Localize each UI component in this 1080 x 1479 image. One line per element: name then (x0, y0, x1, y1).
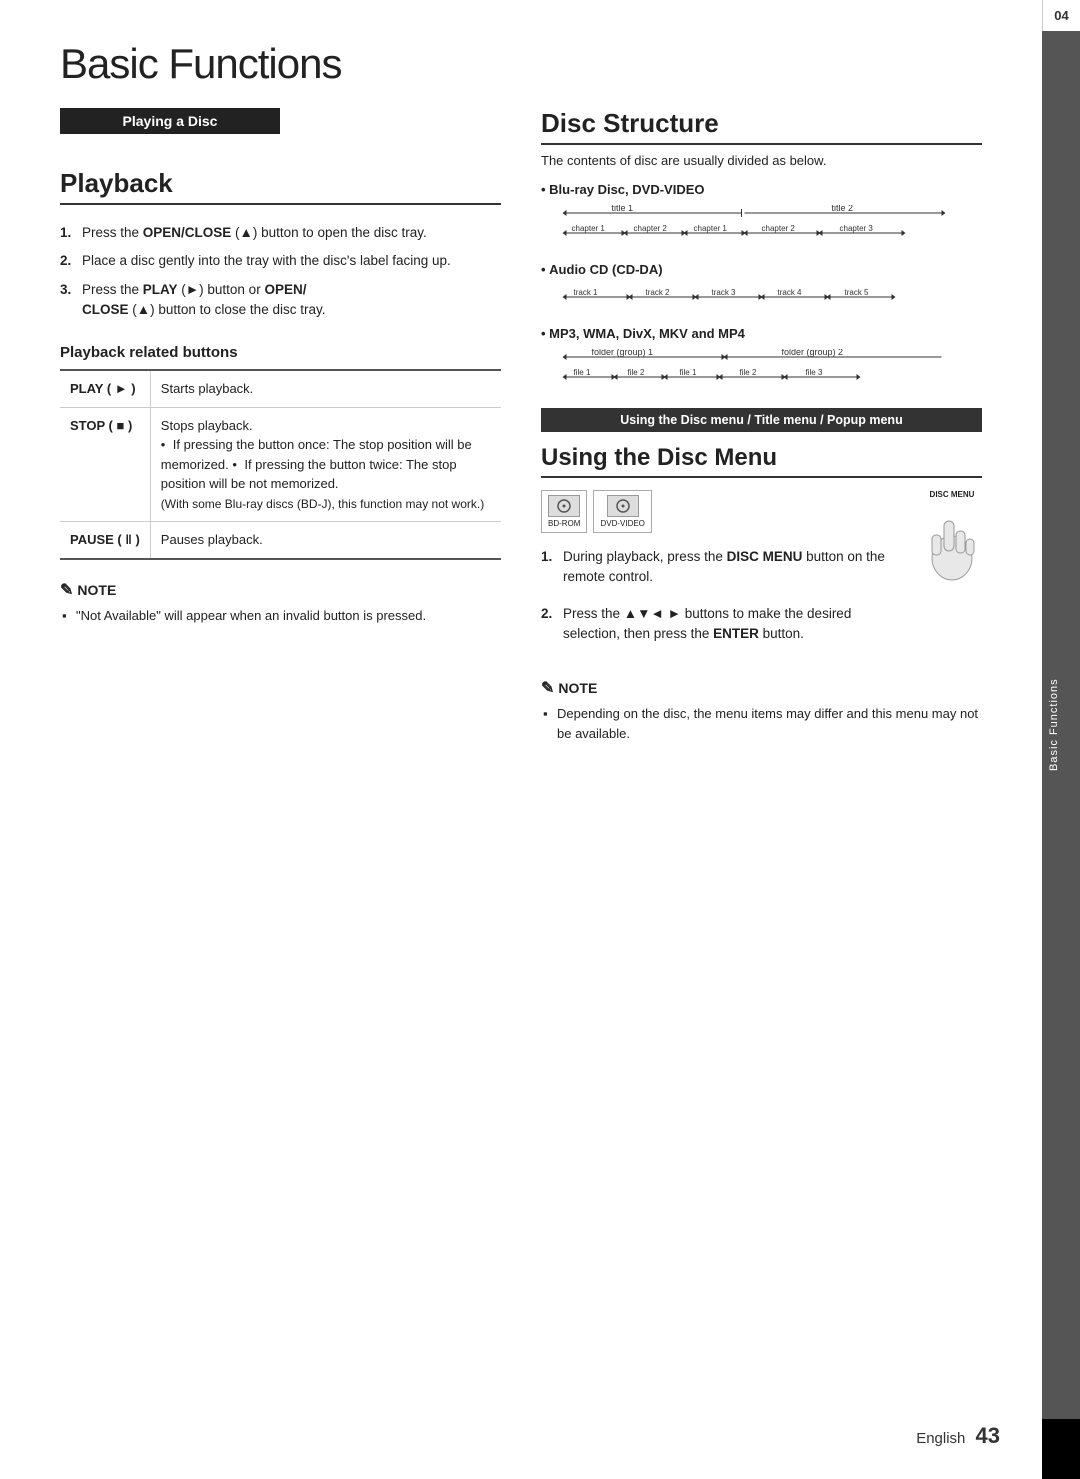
side-tab: 04 Basic Functions (1042, 0, 1080, 1479)
button-table: PLAY ( ► ) Starts playback. STOP ( ■ ) S… (60, 369, 501, 560)
disc-step-2-text: Press the ▲▼◄ ► buttons to make the desi… (563, 604, 906, 645)
disc-step-2: 2. Press the ▲▼◄ ► buttons to make the d… (541, 600, 906, 649)
left-column: Playing a Disc Playback 1. Press the OPE… (60, 108, 501, 743)
page-footer: English 43 (916, 1423, 1000, 1449)
content-area: Playing a Disc Playback 1. Press the OPE… (60, 108, 982, 743)
audiocd-label: Audio CD (CD-DA) (541, 262, 982, 277)
svg-text:chapter 1: chapter 1 (572, 224, 606, 233)
step-1-text: Press the OPEN/CLOSE (▲) button to open … (82, 223, 427, 243)
remote-svg (922, 503, 982, 583)
step-2-num: 2. (60, 251, 76, 271)
svg-text:folder (group) 2: folder (group) 2 (782, 349, 844, 357)
disc-structure-title: Disc Structure (541, 108, 982, 145)
right-note-title: ✎ NOTE (541, 678, 982, 698)
svg-text:chapter 2: chapter 2 (762, 224, 796, 233)
right-note-section: ✎ NOTE Depending on the disc, the menu i… (541, 678, 982, 743)
btn-pause-name: PAUSE ( ‖ ) (60, 522, 150, 559)
note-title: ✎ NOTE (60, 580, 501, 600)
svg-text:title 1: title 1 (612, 205, 634, 213)
bluray-diagram: title 1 title 2 chapter 1 chapter 2 (541, 205, 982, 243)
remote-icon: DISC MENU (922, 490, 982, 586)
page-container: 04 Basic Functions Basic Functions Playi… (0, 0, 1080, 1479)
right-note-item-1: Depending on the disc, the menu items ma… (541, 704, 982, 743)
btn-pause-desc: Pauses playback. (150, 522, 501, 559)
disc-structure-desc: The contents of disc are usually divided… (541, 153, 982, 168)
btn-play-desc: Starts playback. (150, 370, 501, 407)
svg-text:track 5: track 5 (845, 288, 870, 297)
playback-buttons-title: Playback related buttons (60, 344, 501, 361)
svg-text:title 2: title 2 (832, 205, 854, 213)
dvdvideo-label: DVD-VIDEO (600, 519, 644, 528)
disc-step-2-num: 2. (541, 604, 557, 645)
mp3-label: MP3, WMA, DivX, MKV and MP4 (541, 326, 982, 341)
mp3-diagram: folder (group) 1 folder (group) 2 file 1… (541, 349, 982, 387)
disc-menu-header: Using the Disc menu / Title menu / Popup… (541, 408, 982, 432)
english-label: English (916, 1430, 965, 1447)
right-note-icon: ✎ (541, 678, 554, 698)
bdrom-icon-box: BD-ROM (541, 490, 587, 533)
table-row: PLAY ( ► ) Starts playback. (60, 370, 501, 407)
svg-text:track 3: track 3 (712, 288, 737, 297)
svg-text:folder (group) 1: folder (group) 1 (592, 349, 654, 357)
svg-text:file 2: file 2 (740, 368, 757, 377)
dvdvideo-icon-box: DVD-VIDEO (593, 490, 651, 533)
main-title: Basic Functions (60, 40, 1020, 88)
table-row: STOP ( ■ ) Stops playback. If pressing t… (60, 407, 501, 522)
stop-note: (With some Blu-ray discs (BD-J), this fu… (161, 497, 484, 511)
note-section: ✎ NOTE "Not Available" will appear when … (60, 580, 501, 626)
svg-text:chapter 2: chapter 2 (634, 224, 668, 233)
disc-menu-icons: BD-ROM DVD-VIDEO (541, 490, 906, 533)
bluray-label: Blu-ray Disc, DVD-VIDEO (541, 182, 982, 197)
step-3: 3. Press the PLAY (►) button or OPEN/CLO… (60, 276, 501, 325)
right-note-label: NOTE (558, 680, 597, 696)
svg-text:file 2: file 2 (628, 368, 645, 377)
disc-menu-steps: 1. During playback, press the DISC MENU … (541, 543, 906, 648)
note-label: NOTE (77, 582, 116, 598)
svg-text:file 1: file 1 (680, 368, 697, 377)
svg-text:file 3: file 3 (806, 368, 823, 377)
btn-play-name: PLAY ( ► ) (60, 370, 150, 407)
btn-stop-desc: Stops playback. If pressing the button o… (150, 407, 501, 522)
playback-title: Playback (60, 168, 501, 205)
section-number: 04 (1042, 0, 1080, 31)
using-disc-menu-title: Using the Disc Menu (541, 444, 982, 478)
btn-stop-name: STOP ( ■ ) (60, 407, 150, 522)
svg-text:chapter 3: chapter 3 (840, 224, 874, 233)
svg-text:track 4: track 4 (778, 288, 803, 297)
side-tab-accent (1042, 1419, 1080, 1479)
svg-text:chapter 1: chapter 1 (694, 224, 728, 233)
svg-text:track 1: track 1 (574, 288, 599, 297)
page-number: 43 (976, 1423, 1000, 1448)
bdrom-label: BD-ROM (548, 519, 580, 528)
step-2: 2. Place a disc gently into the tray wit… (60, 247, 501, 275)
section-label: Basic Functions (1042, 31, 1080, 1419)
disc-step-1: 1. During playback, press the DISC MENU … (541, 543, 906, 592)
disc-type-mp3: MP3, WMA, DivX, MKV and MP4 folder (grou… (541, 326, 982, 394)
playing-disc-header: Playing a Disc (60, 108, 280, 134)
step-3-text: Press the PLAY (►) button or OPEN/CLOSE … (82, 280, 325, 321)
step-2-text: Place a disc gently into the tray with t… (82, 251, 451, 271)
step-3-num: 3. (60, 280, 76, 321)
disc-menu-label: DISC MENU (922, 490, 982, 499)
svg-text:file 1: file 1 (574, 368, 591, 377)
disc-step-1-text: During playback, press the DISC MENU but… (563, 547, 906, 588)
note-item-1: "Not Available" will appear when an inva… (60, 606, 501, 626)
disc-step-1-num: 1. (541, 547, 557, 588)
note-icon: ✎ (60, 580, 73, 600)
right-column: Disc Structure The contents of disc are … (541, 108, 982, 743)
disc-type-audio-cd: Audio CD (CD-DA) track 1 track 2 track 3 (541, 262, 982, 314)
table-row: PAUSE ( ‖ ) Pauses playback. (60, 522, 501, 559)
svg-text:track 2: track 2 (646, 288, 671, 297)
step-1-num: 1. (60, 223, 76, 243)
disc-type-bluray: Blu-ray Disc, DVD-VIDEO title 1 title 2 (541, 182, 982, 250)
steps-list: 1. Press the OPEN/CLOSE (▲) button to op… (60, 219, 501, 324)
audiocd-diagram: track 1 track 2 track 3 track 4 (541, 285, 982, 307)
step-1: 1. Press the OPEN/CLOSE (▲) button to op… (60, 219, 501, 247)
